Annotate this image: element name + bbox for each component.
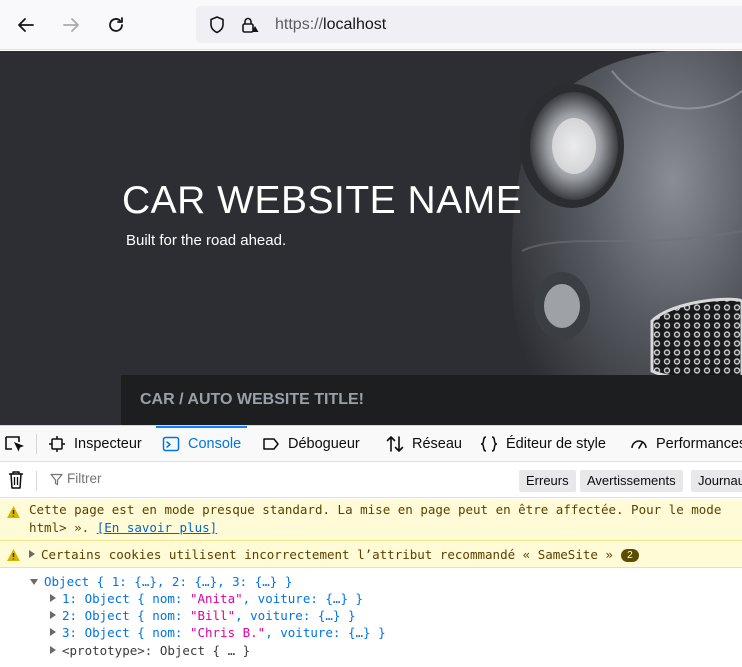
inspector-icon (49, 436, 65, 452)
url-scheme: https:// (275, 16, 324, 33)
shield-icon[interactable] (207, 15, 227, 35)
entry-prefix: 2: Object { nom: (62, 608, 190, 623)
site-tagline: Built for the road ahead. (126, 232, 287, 249)
section-title: CAR / AUTO WEBSITE TITLE! (140, 391, 364, 408)
object-root-text: Object { 1: {…}, 2: {…}, 3: {…} } (44, 574, 293, 589)
back-arrow-icon (18, 18, 34, 32)
network-icon (386, 436, 404, 452)
console-filter-input[interactable] (67, 471, 267, 486)
car-hero-image (511, 51, 742, 425)
tab-console[interactable]: Console (156, 426, 248, 462)
cookies-warning-line: Certains cookies utilisent incorrectemen… (29, 547, 639, 562)
prototype-text: <prototype>: Object { … } (62, 643, 251, 658)
learn-more-link[interactable]: [En savoir plus] (97, 520, 217, 535)
tab-performance-label: Performances (656, 436, 742, 452)
tab-network-label: Réseau (412, 436, 462, 452)
reload-button[interactable] (100, 9, 132, 41)
site-title: CAR WEBSITE NAME (122, 179, 523, 222)
expand-triangle-icon[interactable] (50, 646, 56, 654)
section-title-bar: CAR / AUTO WEBSITE TITLE! (121, 375, 742, 425)
debugger-icon (263, 438, 279, 450)
back-button[interactable] (10, 9, 42, 41)
warning-icon (7, 549, 20, 561)
tab-style-editor-label: Éditeur de style (506, 436, 606, 452)
object-prototype[interactable]: <prototype>: Object { … } (50, 643, 250, 658)
object-entry-3[interactable]: 3: Object { nom: "Chris B.", voiture: {…… (50, 625, 386, 640)
reload-icon (109, 17, 123, 32)
expand-triangle-icon[interactable] (50, 628, 56, 636)
expand-triangle-icon[interactable] (50, 611, 56, 619)
tab-console-label: Console (188, 436, 242, 452)
expand-triangle-icon[interactable] (29, 550, 35, 558)
browser-toolbar: https://localhost (0, 0, 742, 50)
tab-style-editor[interactable]: Éditeur de style (480, 426, 606, 462)
entry-name-string: "Anita" (189, 591, 243, 606)
warning-text-line2: html> ». [En savoir plus] (29, 520, 217, 535)
filter-errors-button[interactable]: Erreurs (519, 470, 576, 492)
console-warning-quirks-mode: Cette page est en mode presque standard.… (0, 499, 742, 541)
object-entry-2[interactable]: 2: Object { nom: "Bill", voiture: {…} } (50, 608, 356, 623)
tab-debugger-label: Débogueur (288, 436, 360, 452)
entry-suffix: , voiture: {…} } (235, 608, 356, 623)
console-warning-cookies[interactable]: Certains cookies utilisent incorrectemen… (0, 542, 742, 568)
warning-text-html-suffix: html> ». (29, 520, 97, 535)
lock-warning-icon[interactable] (240, 15, 260, 35)
entry-suffix: , voiture: {…} } (265, 625, 386, 640)
performance-icon (631, 440, 647, 449)
entry-prefix: 3: Object { nom: (62, 625, 190, 640)
tab-inspector-label: Inspecteur (74, 436, 142, 452)
tab-debugger[interactable]: Débogueur (262, 426, 360, 462)
console-filter-bar: Erreurs Avertissements Journaux (0, 463, 742, 498)
entry-name-string: "Bill" (189, 608, 236, 623)
forward-button[interactable] (55, 9, 87, 41)
cookies-warning-text: Certains cookies utilisent incorrectemen… (41, 547, 613, 562)
filter-funnel-icon (50, 473, 63, 486)
style-editor-icon (480, 436, 498, 452)
repeat-count-badge: 2 (620, 549, 639, 562)
url-text[interactable]: https://localhost (275, 16, 386, 34)
entry-name-string: "Chris B." (189, 625, 266, 640)
object-entry-1[interactable]: 1: Object { nom: "Anita", voiture: {…} } (50, 591, 363, 606)
page-viewport: CAR WEBSITE NAME Built for the road ahea… (0, 51, 742, 425)
devtools-tabbar: Inspecteur Console Débogueur Réseau Édit… (0, 426, 742, 462)
console-icon (162, 436, 180, 452)
warning-text-line1: Cette page est en mode presque standard.… (29, 502, 722, 517)
tab-network[interactable]: Réseau (386, 426, 462, 462)
tab-performance[interactable]: Performances (630, 426, 742, 462)
filter-separator (36, 471, 37, 491)
tab-inspector[interactable]: Inspecteur (48, 426, 142, 462)
url-bar[interactable]: https://localhost (196, 6, 742, 43)
entry-suffix: , voiture: {…} } (242, 591, 364, 606)
trash-icon[interactable] (7, 470, 25, 490)
toolbar-separator (36, 434, 37, 454)
object-log-root[interactable]: Object { 1: {…}, 2: {…}, 3: {…} } (30, 574, 292, 589)
element-picker-icon[interactable] (4, 434, 26, 454)
entry-prefix: 1: Object { nom: (62, 591, 190, 606)
filter-logs-button[interactable]: Journaux (691, 470, 742, 492)
devtools-panel: Inspecteur Console Débogueur Réseau Édit… (0, 425, 742, 667)
forward-arrow-icon (63, 18, 79, 32)
collapse-triangle-icon[interactable] (30, 579, 38, 585)
url-host: localhost (323, 16, 387, 33)
filter-warnings-button[interactable]: Avertissements (580, 470, 683, 492)
warning-icon (7, 506, 20, 518)
expand-triangle-icon[interactable] (50, 594, 56, 602)
